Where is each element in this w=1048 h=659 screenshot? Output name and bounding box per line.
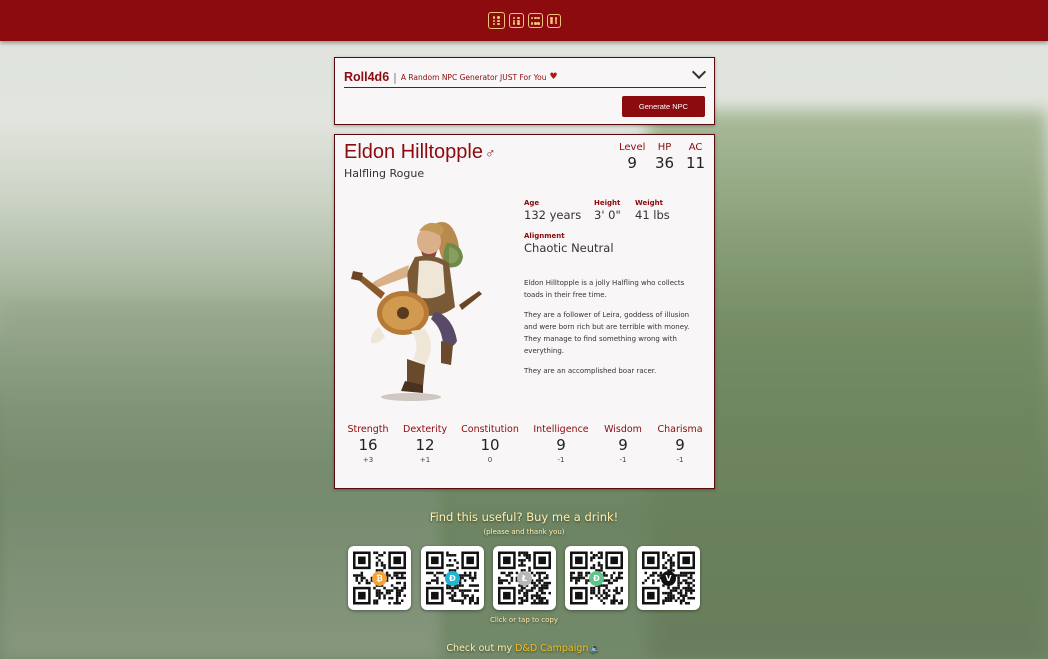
die-icon-2[interactable] bbox=[508, 13, 524, 28]
qr-code-litecoin[interactable]: Ł bbox=[493, 546, 556, 610]
ability-label: Strength bbox=[347, 424, 389, 435]
die-icon-1[interactable] bbox=[487, 12, 505, 29]
qr-code-bitcoin[interactable]: ₿ bbox=[348, 546, 411, 610]
qr-code-dash[interactable]: Đ bbox=[421, 546, 484, 610]
ability-strength: Strength 16 +3 bbox=[347, 424, 389, 464]
top-bar bbox=[0, 0, 1048, 41]
npc-description-2: They are a follower of Leira, goddess of… bbox=[524, 311, 690, 355]
copy-hint: Click or tap to copy bbox=[490, 616, 558, 624]
campaign-footer: Check out my D&D Campaign 🔈 bbox=[0, 643, 1048, 654]
generator-header[interactable]: Roll4d6 | A Random NPC Generator JUST Fo… bbox=[344, 64, 707, 88]
alignment-value: Chaotic Neutral bbox=[524, 241, 614, 255]
hp-value: 36 bbox=[655, 154, 675, 172]
height-attribute: Height 3' 0" bbox=[594, 199, 621, 222]
dash-icon: Đ bbox=[445, 571, 460, 586]
donate-title: Find this useful? Buy me a drink! bbox=[429, 510, 619, 524]
bitcoin-icon: ₿ bbox=[372, 571, 387, 586]
ability-modifier: +1 bbox=[419, 456, 431, 464]
ability-modifier: -1 bbox=[557, 456, 565, 464]
hp-stat: HP 36 bbox=[655, 142, 674, 172]
hp-label: HP bbox=[657, 142, 672, 153]
ability-score: 12 bbox=[415, 436, 435, 454]
npc-race-class: Halfling Rogue bbox=[344, 167, 425, 180]
ability-score: 10 bbox=[480, 436, 500, 454]
ability-score: 9 bbox=[675, 436, 685, 454]
ability-label: Constitution bbox=[461, 424, 519, 435]
ability-label: Charisma bbox=[657, 424, 703, 435]
age-value: 132 years bbox=[524, 208, 582, 222]
weight-value: 41 lbs bbox=[635, 208, 670, 222]
campaign-prefix: Check out my bbox=[446, 643, 516, 654]
brand-name: Roll4d6 bbox=[344, 70, 390, 84]
ability-modifier: -1 bbox=[676, 456, 684, 464]
level-stat: Level 9 bbox=[619, 142, 645, 172]
ability-intelligence: Intelligence 9 -1 bbox=[533, 424, 589, 464]
speaker-icon: 🔈 bbox=[590, 644, 602, 654]
ability-label: Dexterity bbox=[403, 424, 448, 435]
ability-constitution: Constitution 10 0 bbox=[461, 424, 519, 464]
generator-panel: Roll4d6 | A Random NPC Generator JUST Fo… bbox=[334, 57, 715, 125]
donate-subtitle: (please and thank you) bbox=[483, 528, 565, 536]
npc-name-line: Eldon Hilltopple ♂ bbox=[344, 141, 495, 164]
ability-modifier: -1 bbox=[619, 456, 627, 464]
dogecoin-icon: Ð bbox=[589, 571, 604, 586]
brand-separator: | bbox=[393, 70, 397, 84]
alignment-attribute: Alignment Chaotic Neutral bbox=[524, 232, 614, 255]
qr-code-dogecoin[interactable]: Ð bbox=[565, 546, 628, 610]
die-icon-4[interactable] bbox=[546, 13, 561, 28]
tagline: A Random NPC Generator JUST For You bbox=[400, 72, 547, 82]
age-label: Age bbox=[524, 199, 540, 207]
level-value: 9 bbox=[627, 154, 637, 172]
venmo-icon: V bbox=[661, 571, 676, 586]
chevron-down-icon[interactable] bbox=[691, 64, 707, 80]
die-icon-3[interactable] bbox=[527, 13, 543, 28]
litecoin-icon: Ł bbox=[517, 571, 532, 586]
campaign-link[interactable]: D&D Campaign bbox=[515, 643, 588, 654]
ac-value: 11 bbox=[686, 154, 706, 172]
ability-score: 16 bbox=[358, 436, 378, 454]
heart-icon: ♥ bbox=[549, 72, 558, 82]
height-label: Height bbox=[594, 199, 621, 207]
ability-modifier: 0 bbox=[487, 456, 493, 464]
weight-label: Weight bbox=[635, 199, 663, 207]
qr-code-venmo[interactable]: V bbox=[637, 546, 700, 610]
ability-modifier: +3 bbox=[362, 456, 374, 464]
male-gender-icon: ♂ bbox=[484, 145, 496, 161]
npc-description-1: Eldon Hilltopple is a jolly Halfling who… bbox=[524, 279, 685, 299]
age-attribute: Age 132 years bbox=[524, 199, 581, 222]
ability-dexterity: Dexterity 12 +1 bbox=[403, 424, 447, 464]
npc-description-3: They are an accomplished boar racer. bbox=[524, 367, 657, 375]
height-value: 3' 0" bbox=[594, 208, 621, 222]
generate-npc-button[interactable]: Generate NPC bbox=[622, 96, 705, 117]
ability-wisdom: Wisdom 9 -1 bbox=[602, 424, 644, 464]
ability-label: Wisdom bbox=[604, 424, 642, 435]
npc-card: Eldon Hilltopple ♂ Halfling Rogue Level 9… bbox=[334, 134, 715, 489]
weight-attribute: Weight 41 lbs bbox=[635, 199, 670, 222]
ability-score: 9 bbox=[556, 436, 566, 454]
ac-label: AC bbox=[688, 142, 703, 153]
ability-score: 9 bbox=[618, 436, 628, 454]
npc-portrait bbox=[351, 222, 482, 401]
ability-charisma: Charisma 9 -1 bbox=[657, 424, 703, 464]
ability-label: Intelligence bbox=[533, 424, 589, 435]
ac-stat: AC 11 bbox=[686, 142, 705, 172]
npc-name: Eldon Hilltopple bbox=[344, 141, 483, 163]
alignment-label: Alignment bbox=[524, 232, 565, 240]
level-label: Level bbox=[619, 142, 646, 153]
